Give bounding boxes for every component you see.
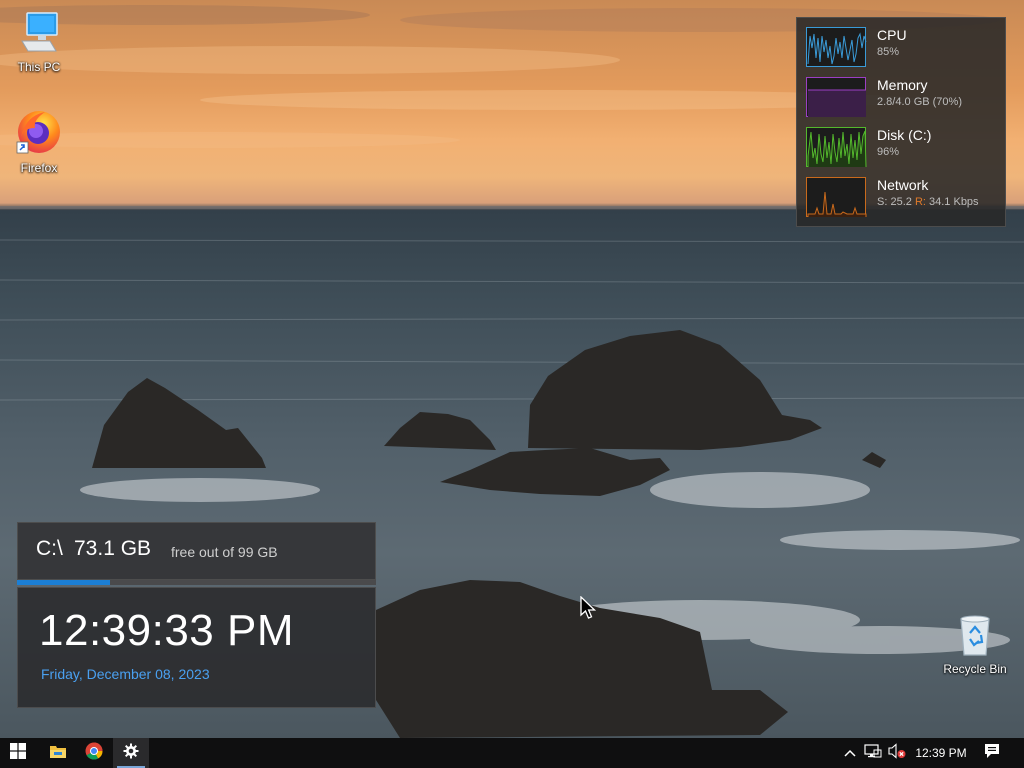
perf-value: 85%	[877, 46, 900, 58]
volume-tray-button[interactable]	[886, 738, 908, 768]
volume-muted-icon	[888, 742, 906, 764]
file-explorer-icon	[49, 743, 67, 764]
desktop-icon-recycle-bin[interactable]: Recycle Bin	[937, 613, 1013, 676]
computer-icon	[1, 11, 77, 58]
perf-label: Disk (C:)	[877, 127, 932, 143]
mouse-cursor-icon	[580, 595, 598, 625]
chrome-icon	[85, 742, 103, 765]
clock-date: Friday, December 08, 2023	[41, 666, 210, 682]
disk-usage-bar	[17, 580, 376, 585]
perf-row-cpu[interactable]: CPU 85%	[806, 27, 1001, 69]
perf-value: 2.8/4.0 GB (70%)	[877, 96, 962, 108]
firefox-icon	[1, 108, 77, 159]
network-send-value: 25.2	[890, 196, 912, 208]
perf-row-memory[interactable]: Memory 2.8/4.0 GB (70%)	[806, 77, 1001, 119]
desktop-icon-firefox[interactable]: Firefox	[1, 108, 77, 175]
perf-row-disk[interactable]: Disk (C:) 96%	[806, 127, 1001, 169]
network-icon	[864, 743, 882, 764]
show-hidden-icons-button[interactable]	[840, 738, 860, 768]
disk-graph	[806, 127, 867, 168]
memory-graph	[806, 77, 866, 117]
network-recv-label: R:	[914, 196, 926, 208]
taskbar: 12:39 PM	[0, 738, 1024, 768]
drive-letter: C:\	[36, 537, 63, 560]
disk-free-space: 73.1 GB	[74, 537, 152, 560]
taskbar-clock[interactable]: 12:39 PM	[910, 738, 972, 768]
performance-monitor-widget: CPU 85% Memory 2.8/4.0 GB (70%) Disk (C:…	[796, 17, 1006, 227]
perf-label: CPU	[877, 27, 907, 43]
taskbar-settings[interactable]	[113, 738, 149, 768]
network-graph	[806, 177, 867, 217]
disk-space-widget[interactable]: C:\ 73.1 GB free out of 99 GB	[17, 522, 376, 580]
perf-value: 96%	[877, 146, 900, 158]
windows-start-icon	[10, 742, 26, 764]
settings-icon	[123, 743, 139, 764]
network-recv-value: 34.1 Kbps	[929, 196, 979, 208]
chevron-up-icon	[844, 744, 856, 762]
disk-capacity-caption: free out of 99 GB	[171, 544, 278, 560]
taskbar-file-explorer[interactable]	[40, 738, 76, 768]
desktop-icon-this-pc[interactable]: This PC	[1, 11, 77, 74]
action-center-icon	[984, 743, 1000, 764]
desktop-icon-label: This PC	[17, 60, 61, 74]
cpu-graph	[806, 27, 867, 67]
desktop-icon-label: Recycle Bin	[943, 662, 1007, 676]
clock-widget[interactable]: 12:39:33 PM Friday, December 08, 2023	[17, 587, 376, 708]
action-center-button[interactable]	[978, 738, 1006, 768]
taskbar-chrome[interactable]	[76, 738, 112, 768]
start-button[interactable]	[0, 738, 36, 768]
perf-label: Memory	[877, 77, 928, 93]
perf-value: S: 25.2 R: 34.1 Kbps	[877, 196, 979, 208]
desktop-icon-label: Firefox	[20, 161, 58, 175]
perf-label: Network	[877, 177, 929, 193]
disk-usage-fill	[17, 580, 111, 585]
perf-row-network[interactable]: Network S: 25.2 R: 34.1 Kbps	[806, 177, 1001, 219]
network-tray-button[interactable]	[862, 738, 884, 768]
recycle-bin-icon	[937, 613, 1013, 660]
network-send-label: S:	[877, 196, 888, 208]
clock-time: 12:39:33 PM	[39, 606, 294, 655]
